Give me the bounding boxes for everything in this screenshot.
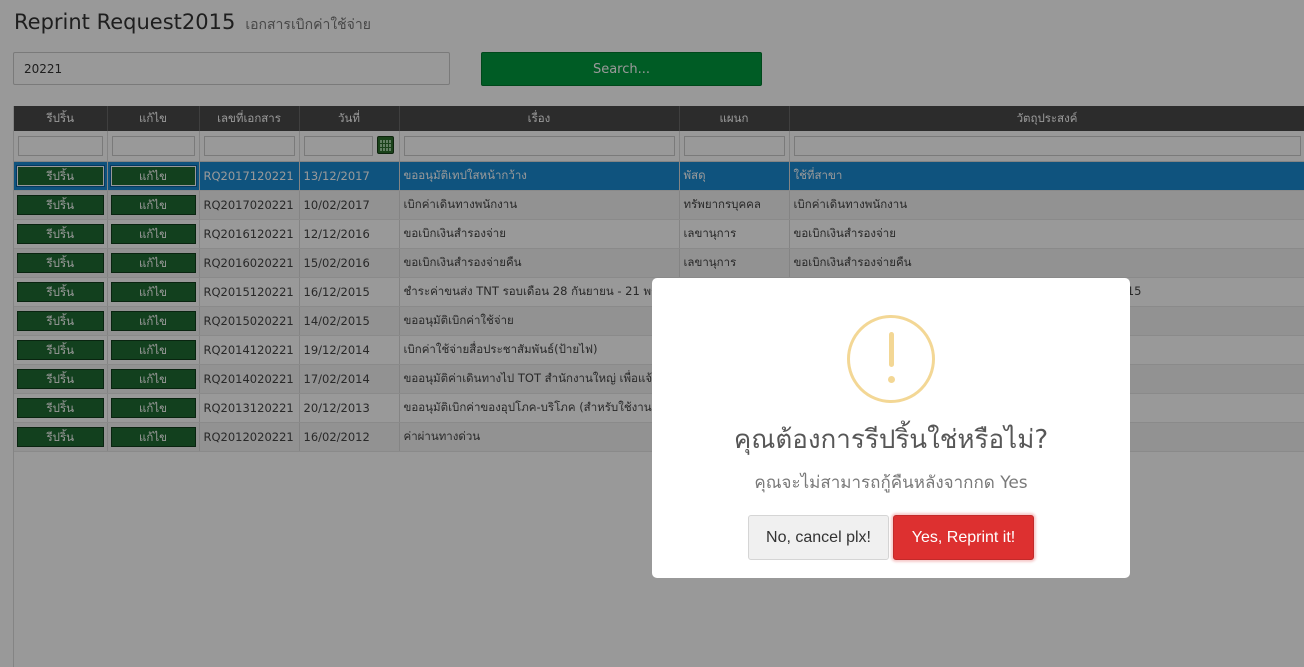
confirm-reprint-button[interactable]: Yes, Reprint it! xyxy=(893,515,1034,560)
warning-icon-dot xyxy=(888,376,895,383)
dialog-text: คุณจะไม่สามารถกู้คืนหลังจากกด Yes xyxy=(754,473,1028,493)
cancel-button[interactable]: No, cancel plx! xyxy=(748,515,889,560)
warning-icon xyxy=(847,315,935,403)
warning-icon-bar xyxy=(889,332,894,367)
page: Reprint Request2015 เอกสารเบิกค่าใช้จ่าย… xyxy=(0,0,1304,667)
confirm-dialog: คุณต้องการรีปริ้นใช่หรือไม่? คุณจะไม่สาม… xyxy=(652,278,1130,578)
dialog-title: คุณต้องการรีปริ้นใช่หรือไม่? xyxy=(733,425,1049,455)
